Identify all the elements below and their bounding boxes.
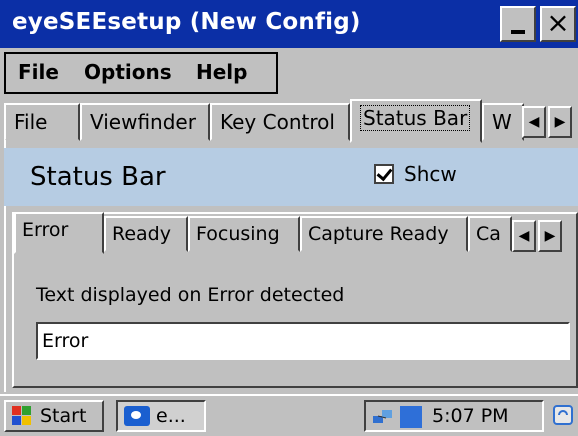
clock[interactable]: 5:07 PM [432, 405, 509, 427]
show-label[interactable]: Shcw [404, 162, 457, 186]
tab-viewfinder[interactable]: Viewfinder [80, 103, 210, 141]
error-description: Text displayed on Error detected [36, 284, 345, 306]
taskbar-app-button[interactable]: e... [116, 400, 206, 432]
tab-key-control[interactable]: Key Control [210, 103, 350, 141]
menu-bar: File Options Help [4, 52, 278, 94]
error-text-input[interactable]: Error [36, 322, 570, 360]
taskbar-app-label: e... [156, 405, 186, 427]
taskbar: Start e... 5:07 PM [0, 394, 578, 436]
eye-app-icon [124, 406, 150, 426]
minimize-button[interactable] [500, 6, 536, 42]
tab-capture-ready[interactable]: Capture Ready [300, 216, 468, 252]
tab-w[interactable]: W [482, 103, 524, 141]
menu-options[interactable]: Options [84, 60, 172, 84]
close-button[interactable]: × [540, 6, 576, 42]
tab-status-bar[interactable]: Status Bar [350, 99, 482, 143]
inner-scroll-right-icon[interactable]: ▶ [538, 220, 562, 252]
menu-help[interactable]: Help [196, 60, 247, 84]
tab-ca[interactable]: Ca [468, 216, 512, 252]
network-icon[interactable] [372, 408, 394, 426]
start-label: Start [40, 405, 87, 427]
start-button[interactable]: Start [4, 400, 104, 432]
show-checkbox[interactable] [374, 164, 394, 184]
tab-error[interactable]: Error [14, 212, 104, 254]
system-tray: 5:07 PM [364, 400, 544, 432]
section-title: Status Bar [30, 162, 166, 192]
title-bar: eyeSEEsetup (New Config) × [0, 0, 578, 48]
menu-file[interactable]: File [18, 60, 59, 84]
tabs-scroll-left-icon[interactable]: ◀ [522, 106, 546, 138]
window-title: eyeSEEsetup (New Config) [12, 9, 361, 35]
tab-focusing[interactable]: Focusing [188, 216, 300, 252]
inner-scroll-left-icon[interactable]: ◀ [512, 220, 536, 252]
windows-flag-icon [12, 406, 32, 426]
desktop-icon[interactable] [550, 400, 576, 432]
close-icon: × [546, 6, 570, 39]
tab-ready[interactable]: Ready [104, 216, 188, 252]
tabs-scroll-right-icon[interactable]: ▶ [548, 106, 572, 138]
tab-file[interactable]: File [4, 103, 80, 141]
connection-status-icon[interactable] [400, 406, 422, 428]
